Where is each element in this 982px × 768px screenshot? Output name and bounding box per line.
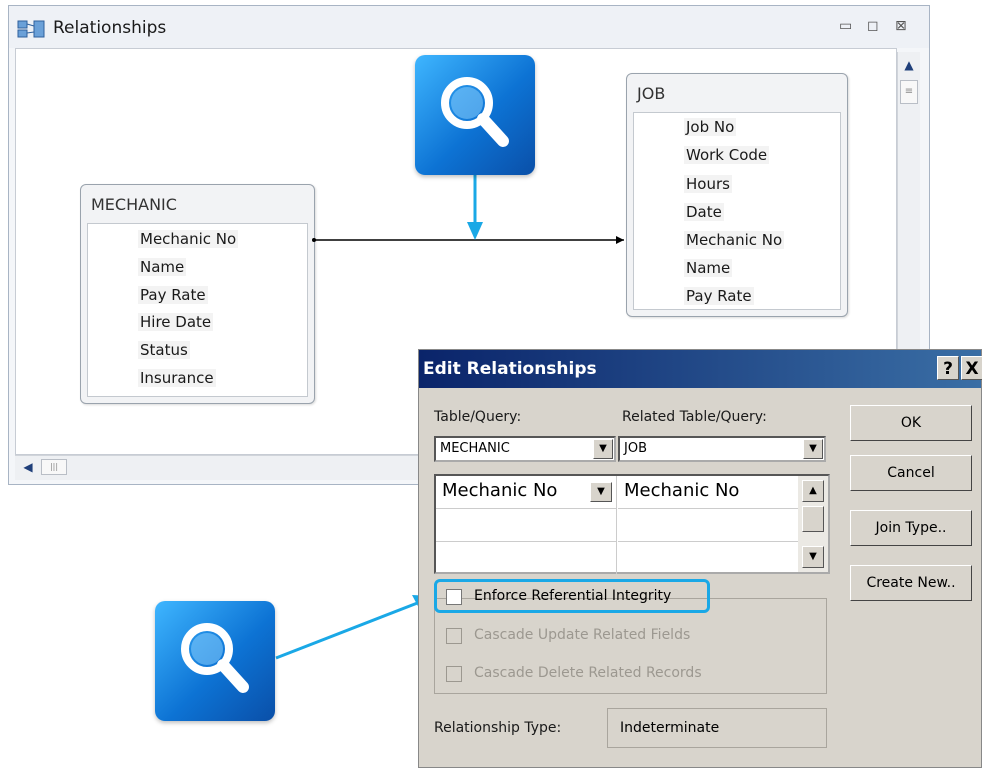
join-left-field: Mechanic No bbox=[442, 480, 558, 501]
magnifier-icon bbox=[441, 77, 509, 147]
scroll-up-icon[interactable]: ▲ bbox=[802, 480, 824, 502]
join-line-arrowhead bbox=[616, 236, 624, 244]
chevron-down-icon[interactable]: ▼ bbox=[803, 439, 823, 459]
join-right-cell-empty[interactable] bbox=[618, 509, 798, 542]
relationship-type-value: Indeterminate bbox=[620, 720, 720, 736]
grid-scrollbar[interactable]: ▲ ▼ bbox=[798, 476, 828, 572]
table-query-value: MECHANIC bbox=[440, 441, 510, 456]
join-left-cell-empty[interactable] bbox=[436, 542, 617, 574]
cancel-button[interactable]: Cancel bbox=[850, 455, 972, 491]
join-right-cell-empty[interactable] bbox=[618, 542, 798, 574]
enforce-integrity-checkbox[interactable] bbox=[446, 589, 462, 605]
table-query-select[interactable]: MECHANIC ▼ bbox=[434, 436, 616, 462]
help-button[interactable]: ? bbox=[937, 356, 959, 380]
magnifier-icon bbox=[181, 623, 249, 693]
callout-arrow-top-head bbox=[467, 222, 483, 240]
dialog-title: Edit Relationships bbox=[423, 359, 597, 379]
magnifier-badge-top bbox=[415, 55, 535, 175]
join-right-field: Mechanic No bbox=[624, 480, 740, 501]
related-table-query-label: Related Table/Query: bbox=[622, 409, 767, 425]
cascade-update-checkbox[interactable] bbox=[446, 628, 462, 644]
join-left-cell[interactable]: Mechanic No ▼ bbox=[436, 476, 617, 509]
related-table-query-select[interactable]: JOB ▼ bbox=[618, 436, 826, 462]
ok-button[interactable]: OK bbox=[850, 405, 972, 441]
join-line-start-dot bbox=[312, 238, 316, 242]
relationship-type-box: Indeterminate bbox=[607, 708, 827, 748]
chevron-down-icon[interactable]: ▼ bbox=[590, 482, 612, 502]
join-type-button[interactable]: Join Type.. bbox=[850, 510, 972, 546]
callout-arrow-bottom bbox=[275, 600, 421, 660]
join-left-cell-empty[interactable] bbox=[436, 509, 617, 542]
create-new-button[interactable]: Create New.. bbox=[850, 565, 972, 601]
scroll-down-icon[interactable]: ▼ bbox=[802, 546, 824, 568]
grid-scroll-thumb[interactable] bbox=[802, 506, 824, 532]
cascade-delete-label: Cascade Delete Related Records bbox=[474, 665, 702, 681]
dialog-close-button[interactable]: X bbox=[961, 356, 982, 380]
chevron-down-icon[interactable]: ▼ bbox=[593, 439, 613, 459]
join-right-cell[interactable]: Mechanic No bbox=[618, 476, 798, 509]
join-fields-grid: Mechanic No ▼ Mechanic No ▲ ▼ bbox=[434, 474, 830, 574]
cascade-update-label: Cascade Update Related Fields bbox=[474, 627, 691, 643]
enforce-integrity-label: Enforce Referential Integrity bbox=[474, 588, 672, 604]
cascade-delete-checkbox[interactable] bbox=[446, 666, 462, 682]
table-query-label: Table/Query: bbox=[434, 409, 522, 425]
related-table-query-value: JOB bbox=[624, 441, 647, 456]
magnifier-badge-bottom bbox=[155, 601, 275, 721]
relationship-type-label: Relationship Type: bbox=[434, 720, 562, 736]
dialog-title-bar: Edit Relationships ? X bbox=[419, 350, 982, 388]
